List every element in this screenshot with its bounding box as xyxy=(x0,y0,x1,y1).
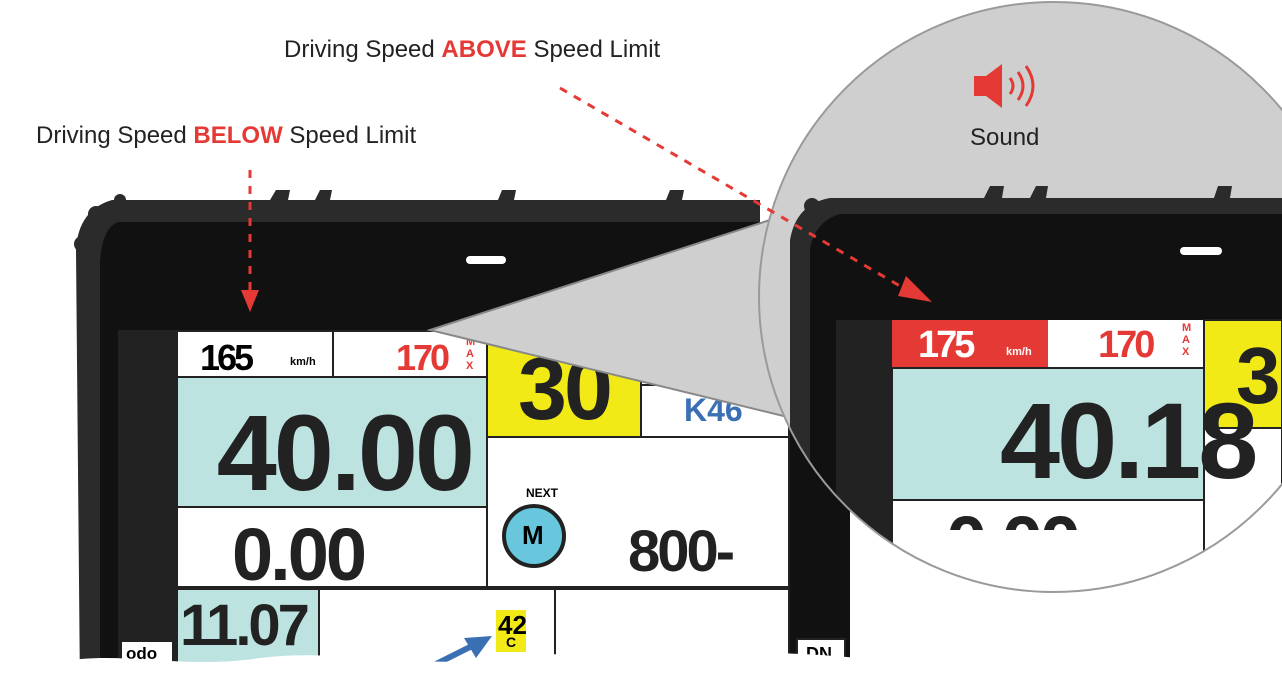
zoom-distance: 40.18 xyxy=(1000,380,1258,501)
zoom-current-speed: 175 xyxy=(918,324,975,366)
zoom-partial: 0.00 xyxy=(946,500,1080,530)
sound-label: Sound xyxy=(970,124,1040,151)
zoom-speed-unit: km/h xyxy=(1006,346,1032,358)
zoom-max-x: X xyxy=(1182,346,1190,358)
zoom-course-partial: 3 xyxy=(1236,331,1280,420)
zoom-partial-clip: 0.00 xyxy=(940,500,1080,530)
zoom-max-a: A xyxy=(1182,334,1190,346)
zoom-callout xyxy=(426,1,1282,593)
speaker-icon xyxy=(974,64,1035,108)
zoom-max-m: M xyxy=(1182,322,1192,334)
zoom-speed-limit: 170 xyxy=(1098,324,1155,366)
